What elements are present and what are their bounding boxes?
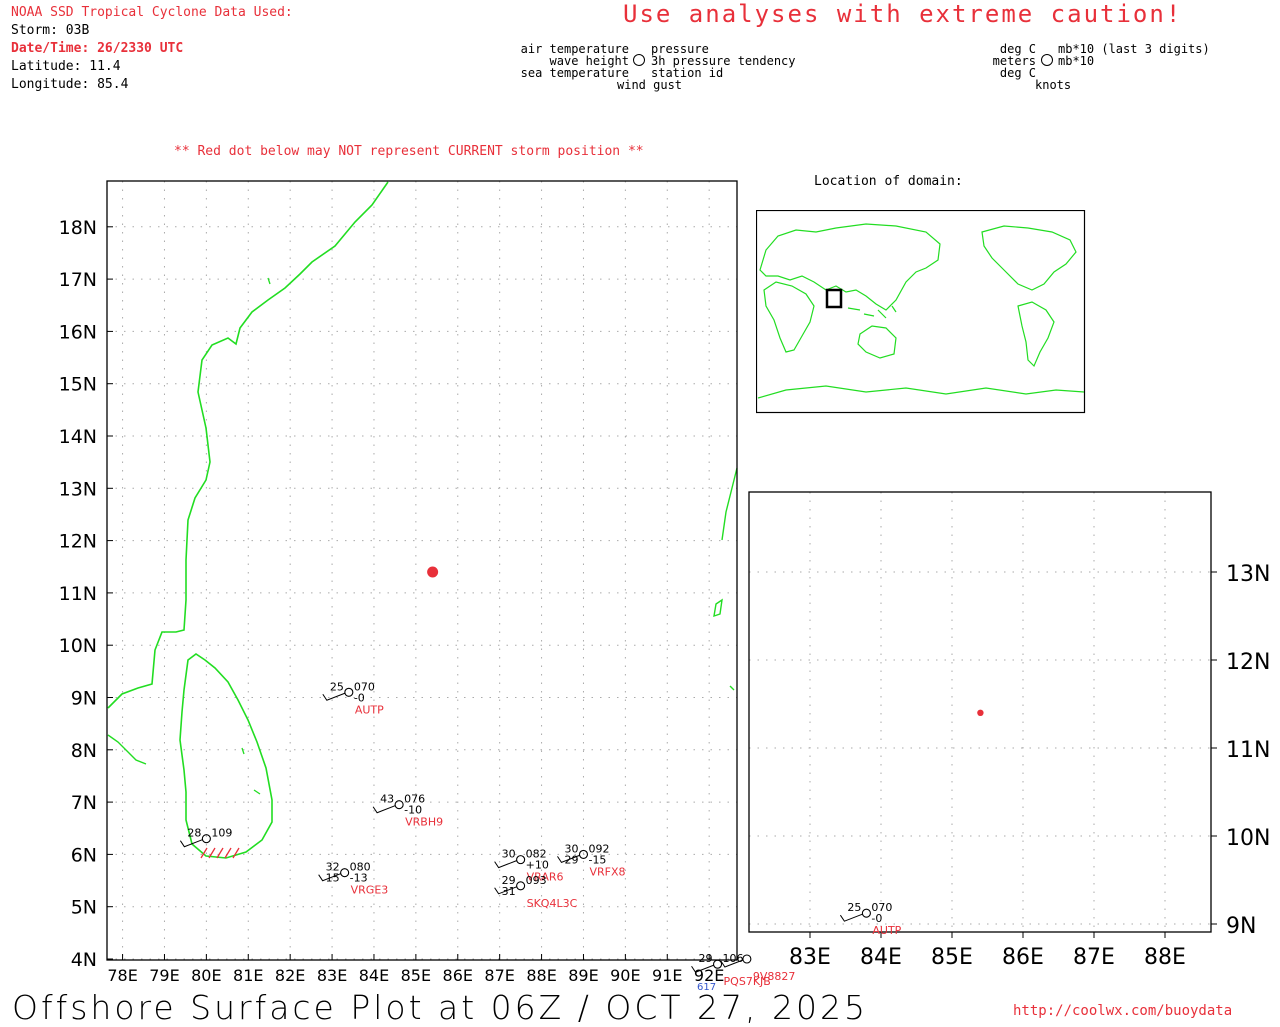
zoom-lon-tick-label: 88E — [1144, 945, 1186, 970]
zoom-storm-marker — [977, 709, 984, 716]
zoom-lat-tick-label: 9N — [1226, 914, 1256, 939]
zoom-lon-tick-label: 84E — [860, 945, 902, 970]
zoom-lat-tick-label: 12N — [1226, 650, 1270, 675]
station-circle-icon — [861, 908, 871, 918]
zoom-lat-tick-label: 13N — [1226, 562, 1270, 587]
station-id: AUTP — [872, 924, 901, 937]
zoom-lon-tick-label: 83E — [789, 945, 831, 970]
zoom-lat-tick-label: 10N — [1226, 826, 1270, 851]
zoom-lon-tick-label: 85E — [931, 945, 973, 970]
source-url[interactable]: http://coolwx.com/buoydata — [1013, 1003, 1232, 1019]
plot-title: Offshore Surface Plot at 06Z / OCT 27, 2… — [12, 988, 868, 1027]
zoom-lat-tick-label: 11N — [1226, 738, 1270, 763]
zoom-map: 13N12N11N10N9N83E 84E 85E 86E 87E 88E 25 070-0… — [748, 491, 1270, 970]
station-air-temp: 25 — [847, 901, 861, 914]
zoom-lon-tick-label: 87E — [1073, 945, 1115, 970]
wind-barb-icon — [839, 913, 863, 922]
zoom-lon-tick-label: 86E — [1002, 945, 1044, 970]
